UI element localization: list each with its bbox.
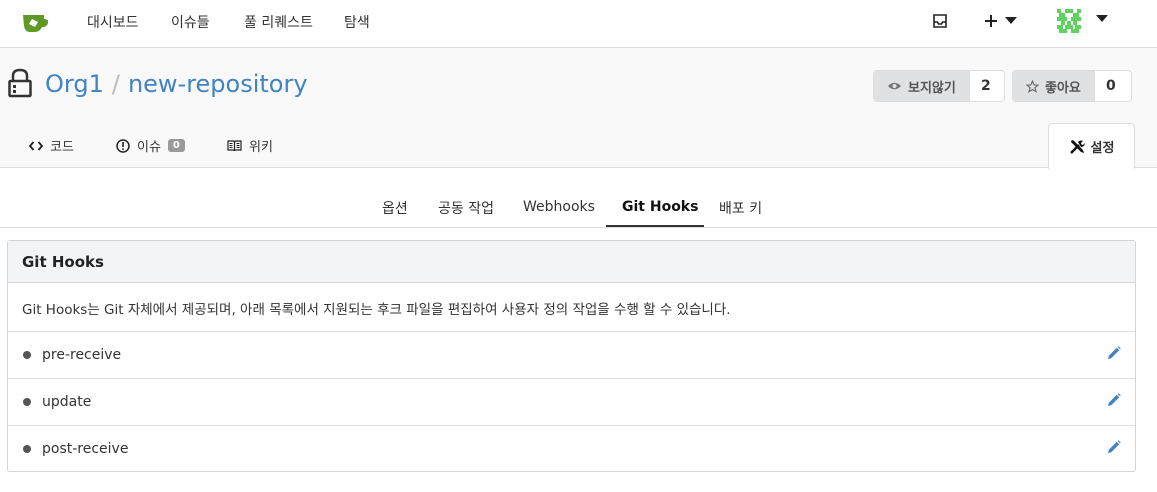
edit-pencil-icon[interactable] — [1107, 346, 1121, 360]
submenu-options[interactable]: 옵션 — [382, 198, 408, 218]
eye-icon — [887, 82, 902, 90]
watch-count[interactable]: 2 — [968, 71, 1002, 101]
tab-settings[interactable]: 설정 — [1048, 123, 1135, 169]
star-icon — [1026, 79, 1039, 93]
star-count[interactable]: 0 — [1093, 71, 1127, 101]
repo-title-separator: / — [111, 70, 120, 98]
star-button-group: 좋아요 0 — [1012, 70, 1132, 102]
tab-issues[interactable]: 이슈 0 — [116, 136, 185, 155]
hook-name: post-receive — [42, 441, 129, 457]
hook-row: post-receive — [8, 426, 1135, 473]
nav-issues[interactable]: 이슈들 — [171, 12, 210, 32]
tab-code[interactable]: 코드 — [29, 136, 74, 155]
edit-pencil-icon[interactable] — [1107, 393, 1121, 407]
settings-submenu: 옵션 공동 작업 Webhooks Git Hooks 배포 키 — [0, 173, 1157, 228]
hook-name: pre-receive — [42, 347, 122, 363]
tab-code-label: 코드 — [50, 140, 74, 155]
edit-pencil-icon[interactable] — [1107, 440, 1121, 454]
repo-owner-link[interactable]: Org1 — [45, 70, 104, 98]
hook-status-dot-icon — [23, 351, 31, 359]
active-submenu-indicator — [606, 225, 704, 227]
star-button[interactable]: 좋아요 — [1013, 71, 1094, 101]
repo-header: Org1/ new-repository 보지않기 2 좋아요 0 코드 이슈 0… — [0, 48, 1157, 169]
lock-icon — [8, 68, 32, 98]
hook-status-dot-icon — [23, 398, 31, 406]
unwatch-label: 보지않기 — [908, 80, 956, 96]
book-icon — [227, 139, 242, 151]
tab-issues-label: 이슈 — [137, 140, 161, 155]
nav-explore[interactable]: 탐색 — [344, 12, 370, 32]
avatar[interactable] — [1057, 9, 1081, 33]
issue-opened-icon — [116, 138, 130, 153]
hook-row: pre-receive — [8, 332, 1135, 379]
gitea-logo-icon[interactable] — [22, 11, 50, 33]
nav-pull-requests[interactable]: 풀 리퀘스트 — [244, 12, 313, 32]
unwatch-button[interactable]: 보지않기 — [874, 71, 969, 101]
nav-dashboard[interactable]: 대시보드 — [87, 12, 139, 32]
submenu-webhooks[interactable]: Webhooks — [523, 199, 595, 215]
tab-settings-label: 설정 — [1090, 141, 1115, 156]
tools-icon — [1069, 139, 1085, 154]
submenu-collaboration[interactable]: 공동 작업 — [438, 198, 494, 218]
chevron-down-icon[interactable] — [1005, 17, 1017, 25]
panel-description: Git Hooks는 Git 자체에서 제공되며, 아래 목록에서 지원되는 후… — [8, 283, 1135, 332]
inbox-icon[interactable] — [932, 13, 948, 29]
submenu-deploy-keys[interactable]: 배포 키 — [719, 198, 762, 218]
star-label: 좋아요 — [1045, 80, 1081, 96]
repo-title: Org1/ new-repository — [45, 70, 308, 98]
tab-wiki-label: 위키 — [249, 140, 273, 155]
git-hooks-panel: Git Hooks Git Hooks는 Git 자체에서 제공되며, 아래 목… — [7, 240, 1136, 472]
hook-row: update — [8, 379, 1135, 426]
hook-status-dot-icon — [23, 445, 31, 453]
hook-name: update — [42, 394, 92, 410]
watch-button-group: 보지않기 2 — [873, 70, 1005, 102]
top-navbar: 대시보드 이슈들 풀 리퀘스트 탐색 — [0, 0, 1157, 48]
user-menu-chevron-icon[interactable] — [1096, 15, 1108, 23]
panel-title: Git Hooks — [8, 241, 1135, 283]
tab-wiki[interactable]: 위키 — [227, 136, 273, 155]
issues-count-badge: 0 — [167, 139, 185, 152]
submenu-git-hooks[interactable]: Git Hooks — [622, 199, 698, 215]
plus-icon[interactable] — [984, 14, 998, 28]
repo-name-link[interactable]: new-repository — [128, 70, 308, 98]
code-icon — [29, 140, 43, 151]
